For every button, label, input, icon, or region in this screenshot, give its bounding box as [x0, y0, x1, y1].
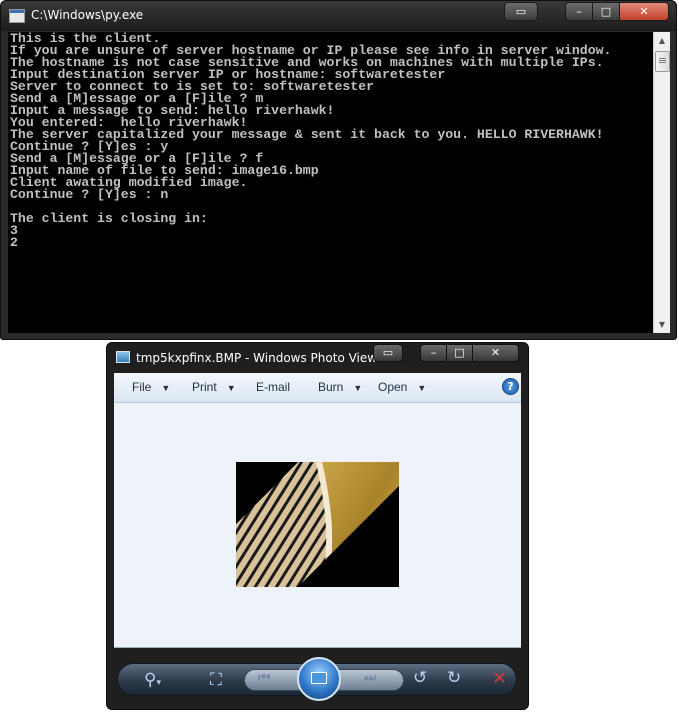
- slideshow-button[interactable]: [297, 657, 341, 701]
- displayed-image: [236, 462, 399, 587]
- delete-icon[interactable]: ✕: [492, 668, 507, 689]
- scroll-up-icon[interactable]: ▲: [654, 32, 670, 49]
- window-layout-icon: ▭: [382, 346, 394, 359]
- console-window: C:\Windows\py.exe ▭ – □ ✕ This is the cl…: [0, 0, 677, 340]
- help-icon[interactable]: ?: [502, 378, 519, 395]
- image-canvas[interactable]: [114, 403, 521, 648]
- menu-file[interactable]: File ▼: [132, 380, 170, 394]
- console-title: C:\Windows\py.exe: [31, 8, 144, 22]
- chevron-down-icon: ▼: [417, 383, 427, 393]
- menu-print[interactable]: Print ▼: [192, 380, 236, 394]
- console-close-button[interactable]: ✕: [619, 2, 669, 21]
- menu-open-label: Open: [378, 380, 408, 394]
- menu-open[interactable]: Open ▼: [378, 380, 426, 394]
- close-icon: ✕: [490, 346, 501, 359]
- slideshow-icon: [311, 672, 327, 684]
- console-minimize-button[interactable]: –: [565, 2, 593, 21]
- viewer-controlbar: ⚲▾ ⛶ ⏮ ⏭ ↺ ↻ ✕: [114, 648, 521, 704]
- viewer-maximize-button[interactable]: □: [446, 344, 473, 362]
- console-scrollbar[interactable]: ▲ ▼: [653, 32, 670, 333]
- menu-burn[interactable]: Burn ▼: [318, 380, 362, 394]
- menu-print-label: Print: [192, 380, 217, 394]
- console-text: This is the client. If you are unsure of…: [10, 32, 612, 250]
- console-maximize-button[interactable]: □: [592, 2, 620, 21]
- rotate-left-icon[interactable]: ↺: [413, 668, 427, 688]
- photo-viewer-icon[interactable]: [116, 351, 130, 363]
- menu-file-label: File: [132, 380, 152, 394]
- menu-burn-label: Burn: [318, 380, 344, 394]
- next-icon[interactable]: ⏭: [364, 670, 377, 686]
- previous-icon[interactable]: ⏮: [258, 670, 271, 686]
- console-output[interactable]: This is the client. If you are unsure of…: [8, 32, 653, 333]
- viewer-snap-button[interactable]: ▭: [373, 344, 403, 362]
- console-snap-button[interactable]: ▭: [504, 2, 538, 21]
- console-titlebar[interactable]: C:\Windows\py.exe ▭ – □ ✕: [1, 1, 676, 31]
- viewer-titlebar[interactable]: tmp5kxpfinx.BMP - Windows Photo Viewer ▭…: [107, 343, 528, 373]
- minimize-icon: –: [576, 5, 582, 18]
- window-layout-icon: ▭: [515, 5, 527, 18]
- viewer-close-button[interactable]: ✕: [472, 344, 519, 362]
- viewer-menubar: File ▼ Print ▼ E-mail Burn ▼ Open ▼ ?: [114, 373, 521, 403]
- chevron-down-icon: ▼: [353, 383, 363, 393]
- viewer-title: tmp5kxpfinx.BMP - Windows Photo Viewer: [136, 351, 390, 365]
- minimize-icon: –: [430, 346, 437, 359]
- viewer-minimize-button[interactable]: –: [420, 344, 447, 362]
- menu-email[interactable]: E-mail: [256, 380, 290, 394]
- photo-viewer-window: tmp5kxpfinx.BMP - Windows Photo Viewer ▭…: [106, 342, 529, 710]
- scroll-thumb[interactable]: [655, 51, 670, 72]
- chevron-down-icon: ▼: [161, 383, 171, 393]
- rotate-right-icon[interactable]: ↻: [447, 668, 461, 688]
- maximize-icon: □: [454, 346, 465, 359]
- actual-size-icon[interactable]: ⛶: [210, 670, 222, 690]
- zoom-icon[interactable]: ⚲▾: [144, 670, 161, 690]
- close-icon: ✕: [639, 5, 649, 18]
- scroll-down-icon[interactable]: ▼: [654, 316, 670, 333]
- menu-email-label: E-mail: [256, 380, 291, 394]
- console-app-icon[interactable]: [9, 9, 25, 23]
- chevron-down-icon: ▼: [226, 383, 236, 393]
- maximize-icon: □: [600, 5, 612, 18]
- image-content: [236, 462, 399, 587]
